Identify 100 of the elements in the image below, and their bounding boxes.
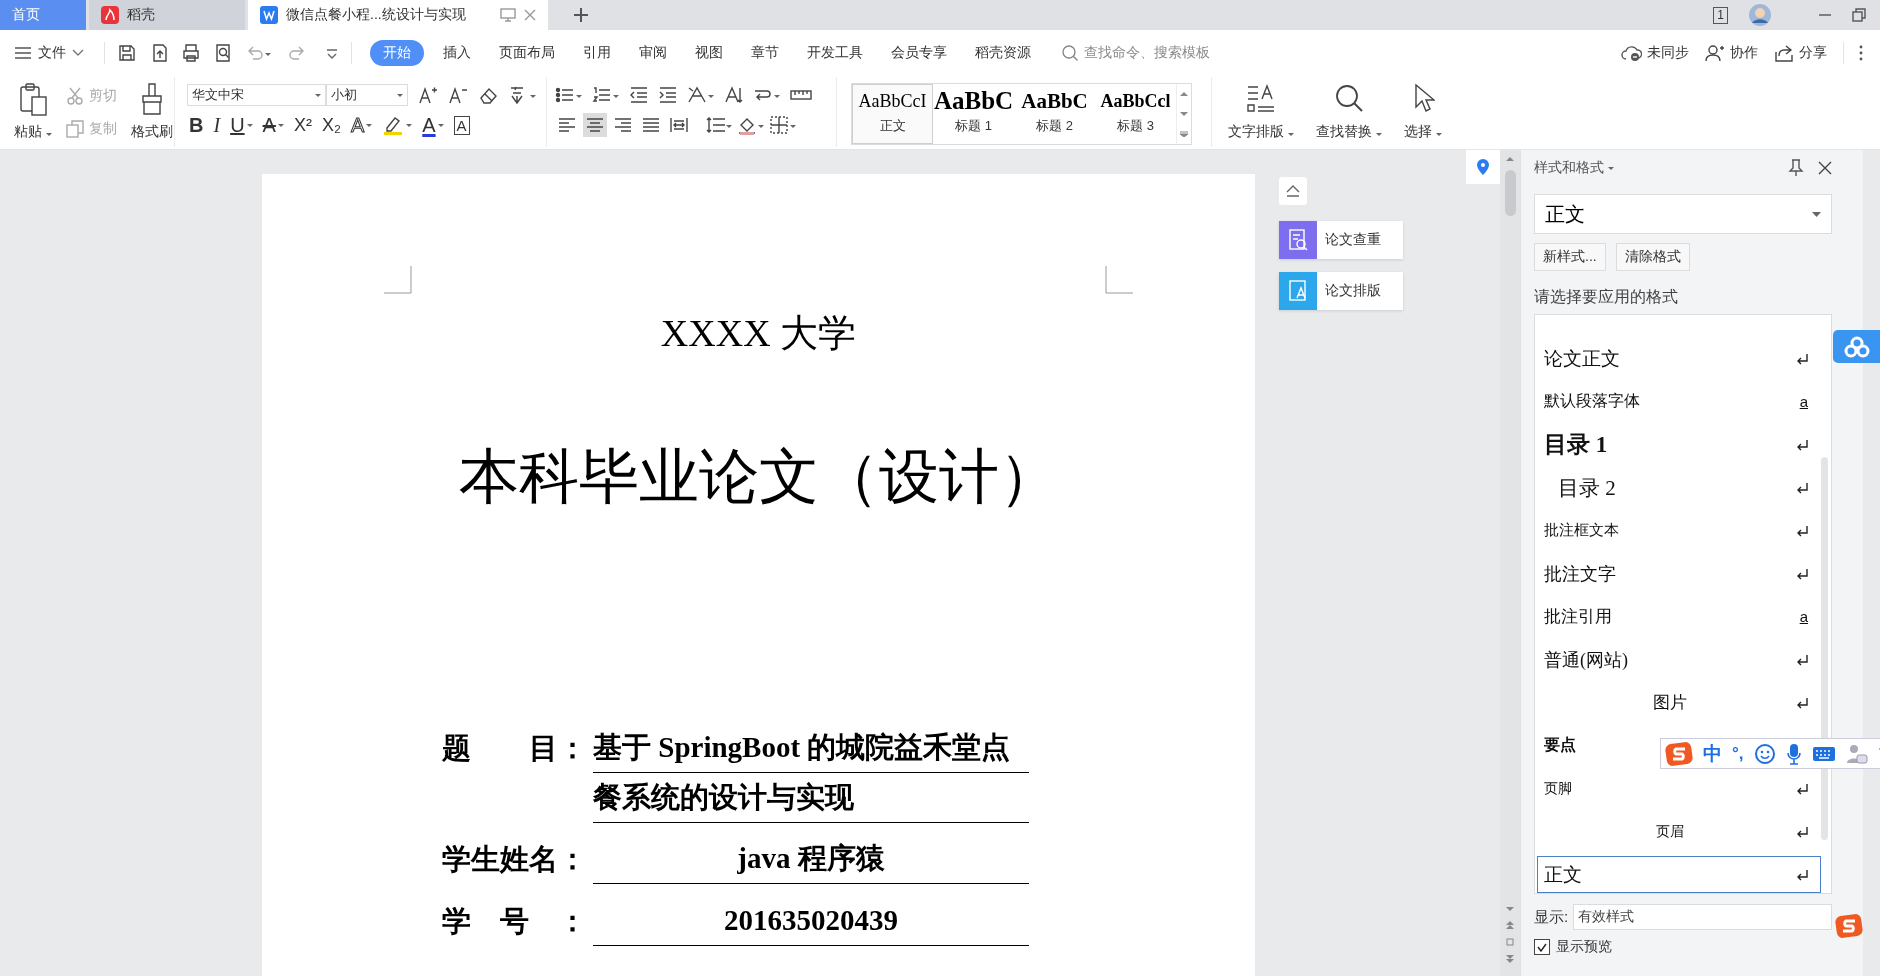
phonetic-guide-icon[interactable]: [508, 85, 538, 105]
plus-icon[interactable]: [573, 7, 589, 23]
style-list-item[interactable]: 正文: [1537, 856, 1821, 893]
ribbon-tab[interactable]: 视图: [695, 39, 723, 66]
style-list-item[interactable]: 普通(网站): [1537, 641, 1821, 678]
scroll-up-icon[interactable]: [1506, 156, 1514, 162]
format-button[interactable]: A: [420, 113, 446, 137]
text-direction-icon[interactable]: [687, 85, 715, 105]
microphone-icon[interactable]: [1785, 742, 1802, 765]
expand-icon[interactable]: [1180, 131, 1188, 137]
show-filter-field[interactable]: 有效样式: [1573, 904, 1832, 930]
style-list-item[interactable]: 批注文字: [1537, 555, 1821, 592]
pin-icon[interactable]: [1788, 159, 1804, 177]
paste-button[interactable]: 粘贴: [10, 81, 56, 143]
logo-icon[interactable]: [1835, 913, 1863, 939]
restore-icon[interactable]: [1852, 8, 1866, 22]
style-list-item[interactable]: 批注引用 a: [1537, 598, 1821, 635]
format-painter-button[interactable]: 格式刷: [126, 81, 177, 143]
tab[interactable]: 微信点餐小程...统设计与实现: [248, 0, 548, 30]
ribbon-tab[interactable]: 稻壳资源: [975, 39, 1031, 66]
style-preset[interactable]: AaBbCcl 标题 3: [1095, 84, 1176, 144]
style-list-item[interactable]: 图片: [1537, 684, 1821, 721]
side-tool-button[interactable]: 论文查重: [1279, 221, 1403, 259]
close-icon[interactable]: [1818, 161, 1832, 175]
sort-icon[interactable]: [724, 85, 744, 105]
print-icon[interactable]: [181, 42, 201, 63]
font-size-dropdown[interactable]: 小初: [325, 84, 408, 106]
scroll-down-icon[interactable]: [1506, 906, 1514, 912]
current-style-dropdown[interactable]: 正文: [1534, 194, 1832, 234]
search-field[interactable]: 查找命令、搜索模板: [1061, 43, 1210, 62]
format-button[interactable]: A: [260, 113, 286, 137]
ribbon-tab[interactable]: 引用: [583, 39, 611, 66]
select-button[interactable]: 选择: [1399, 81, 1446, 143]
format-button[interactable]: U: [228, 113, 255, 137]
ribbon-tab[interactable]: 插入: [443, 39, 471, 66]
cloud-button[interactable]: [1833, 330, 1880, 363]
style-list-item[interactable]: 论文正文: [1537, 340, 1821, 377]
style-list-item[interactable]: 目录 2: [1537, 469, 1821, 506]
find-replace-button[interactable]: 查找替换: [1311, 81, 1386, 143]
ribbon-tab[interactable]: 章节: [751, 39, 779, 66]
tab[interactable]: 稻壳: [89, 0, 245, 30]
numbered-list-icon[interactable]: [592, 85, 620, 105]
scroll-up-icon[interactable]: [1180, 91, 1188, 97]
format-button[interactable]: X₂: [319, 113, 343, 137]
style-list-item[interactable]: 要点: [1537, 727, 1589, 764]
panel-button[interactable]: 清除格式: [1615, 243, 1690, 271]
more-options-icon[interactable]: [1858, 43, 1864, 62]
style-preset[interactable]: AaBbCcI 正文: [852, 84, 933, 144]
style-preset[interactable]: AaBbC 标题 1: [933, 84, 1014, 144]
decrease-indent-icon[interactable]: [629, 85, 649, 105]
format-button[interactable]: X²: [291, 113, 314, 137]
style-list-item[interactable]: 页脚: [1537, 770, 1821, 807]
style-list-item[interactable]: 页眉: [1537, 813, 1821, 850]
smiley-icon[interactable]: [1753, 742, 1776, 765]
keyboard-icon[interactable]: [1811, 744, 1836, 763]
style-list-item[interactable]: 批注框文本: [1537, 512, 1821, 549]
side-tool-button[interactable]: 论文排版: [1279, 272, 1403, 310]
toolbar-button[interactable]: 未同步: [1620, 43, 1689, 62]
scrollbar[interactable]: [1500, 150, 1520, 976]
list-scrollbar[interactable]: [1821, 457, 1828, 840]
panel-title[interactable]: 样式和格式: [1534, 159, 1774, 177]
bullet-list-icon[interactable]: [555, 85, 583, 105]
format-button[interactable]: A: [451, 115, 472, 135]
grow-font-icon[interactable]: [418, 85, 438, 105]
toolbar-button[interactable]: 协作: [1705, 43, 1758, 62]
preview-checkbox[interactable]: [1534, 939, 1550, 955]
input-mode-button[interactable]: 中: [1703, 740, 1722, 767]
borders-icon[interactable]: [769, 115, 797, 135]
toolbar-button[interactable]: 分享: [1774, 43, 1827, 62]
previous-page-icon[interactable]: [1506, 920, 1514, 930]
style-list-item[interactable]: 默认段落字体 a: [1537, 383, 1821, 420]
eraser-icon[interactable]: [478, 85, 498, 105]
font-name-dropdown[interactable]: 华文中宋: [187, 84, 326, 106]
increase-indent-icon[interactable]: [658, 85, 678, 105]
style-list-item[interactable]: 目录 1: [1537, 426, 1821, 463]
panel-button[interactable]: 新样式...: [1534, 243, 1606, 271]
shrink-font-icon[interactable]: [448, 85, 468, 105]
next-page-icon[interactable]: [1506, 954, 1514, 964]
scrollbar-thumb[interactable]: [1504, 170, 1516, 216]
collapse-button[interactable]: [1279, 177, 1307, 205]
ribbon-tab[interactable]: 页面布局: [499, 39, 555, 66]
punctuation-button[interactable]: °,: [1732, 743, 1744, 764]
scroll-down-icon[interactable]: [1180, 111, 1188, 117]
line-spacing-icon[interactable]: [705, 115, 733, 135]
ribbon-tab[interactable]: 会员专享: [891, 39, 947, 66]
logo-icon[interactable]: [1665, 740, 1693, 767]
window-count-button[interactable]: 1: [1713, 6, 1728, 24]
format-button[interactable]: B: [187, 113, 206, 137]
avatar-icon[interactable]: [1748, 3, 1772, 27]
print-preview-icon[interactable]: [213, 42, 233, 63]
monitor-icon[interactable]: [500, 8, 516, 22]
file-menu-button[interactable]: 文件: [14, 43, 84, 62]
location-button[interactable]: [1466, 150, 1500, 184]
ribbon-tab[interactable]: 开发工具: [807, 39, 863, 66]
align-center-button[interactable]: [583, 113, 607, 137]
ribbon-tab[interactable]: 审阅: [639, 39, 667, 66]
save-icon[interactable]: [117, 42, 137, 63]
text-layout-button[interactable]: 文字排版: [1224, 81, 1298, 143]
format-button[interactable]: I: [211, 113, 223, 137]
style-preset[interactable]: AaBbC 标题 2: [1014, 84, 1095, 144]
